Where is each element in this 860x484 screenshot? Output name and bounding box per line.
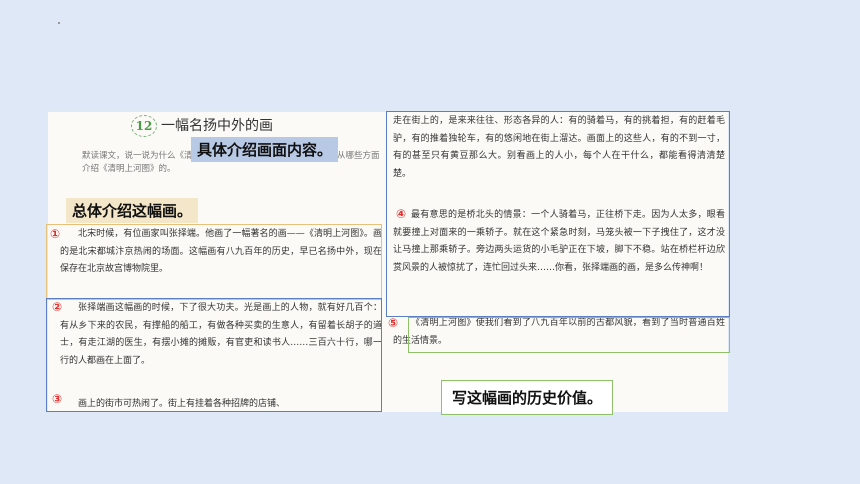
paragraph-2-box <box>46 298 382 412</box>
paragraph-right-box <box>386 111 730 317</box>
lesson-title-text: 一幅名扬中外的画 <box>161 118 273 134</box>
label-detail: 具体介绍画面内容。 <box>191 137 339 162</box>
paragraph-1-box <box>46 224 382 300</box>
lesson-title: 12 一幅名扬中外的画 <box>131 115 273 137</box>
lesson-number: 12 <box>131 115 157 137</box>
paragraph-5-box <box>408 317 730 353</box>
marker-3: ③ <box>52 392 63 406</box>
label-overall: 总体介绍这幅画。 <box>66 198 199 223</box>
marker-4: ④ <box>396 207 407 221</box>
marker-2: ② <box>52 300 63 314</box>
marker-1: ① <box>50 227 61 241</box>
label-value: 写这幅画的历史价值。 <box>441 380 614 415</box>
decor-dot <box>58 22 60 24</box>
marker-5: ⑤ <box>388 316 399 330</box>
